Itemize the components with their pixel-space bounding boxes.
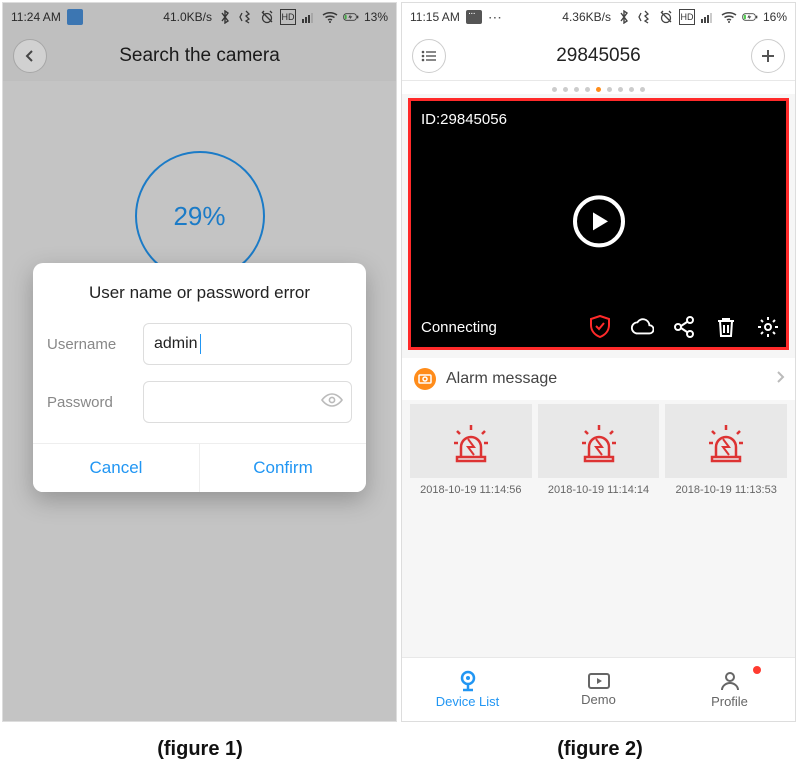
pager-dot xyxy=(574,87,579,92)
pager-dot xyxy=(585,87,590,92)
delete-icon[interactable] xyxy=(714,315,738,339)
username-input[interactable]: admin xyxy=(143,323,352,365)
pager-dots[interactable] xyxy=(402,81,795,94)
username-label: Username xyxy=(47,336,133,353)
password-input[interactable] xyxy=(143,381,352,423)
camera-device-icon xyxy=(457,670,479,692)
nav-device-list[interactable]: Device List xyxy=(402,658,533,721)
dialog-title: User name or password error xyxy=(33,263,366,317)
play-icon xyxy=(590,210,610,232)
siren-icon xyxy=(665,404,787,478)
alarm-thumb[interactable]: 2018-10-19 11:14:56 xyxy=(410,404,532,504)
pager-dot xyxy=(552,87,557,92)
pager-dot xyxy=(563,87,568,92)
thumb-timestamp: 2018-10-19 11:13:53 xyxy=(665,478,787,504)
cloud-icon[interactable] xyxy=(630,315,654,339)
security-shield-icon[interactable] xyxy=(588,315,612,339)
nav-demo[interactable]: Demo xyxy=(533,658,664,721)
connection-status: Connecting xyxy=(421,319,588,336)
nav-profile[interactable]: Profile xyxy=(664,658,795,721)
pager-dot xyxy=(629,87,634,92)
caption-1: (figure 1) xyxy=(157,738,243,761)
plus-icon xyxy=(760,48,776,64)
phone-screenshot-1: 11:24 AM 41.0KB/s HD 13% Search the came… xyxy=(2,2,397,722)
siren-icon xyxy=(538,404,660,478)
status-time: 11:15 AM xyxy=(410,10,460,24)
alarm-badge-icon xyxy=(414,368,436,390)
nav-label: Device List xyxy=(436,694,500,709)
nav-label: Profile xyxy=(711,694,748,709)
siren-icon xyxy=(410,404,532,478)
chat-notification-icon xyxy=(466,10,482,24)
alarm-thumb[interactable]: 2018-10-19 11:13:53 xyxy=(665,404,787,504)
status-battery-pct: 16% xyxy=(763,10,787,24)
status-netspeed: 4.36KB/s xyxy=(562,10,611,24)
text-caret xyxy=(200,334,202,354)
notification-dot-icon xyxy=(753,666,761,674)
video-preview[interactable]: ID:29845056 Connecting xyxy=(408,98,789,350)
password-label: Password xyxy=(47,394,133,411)
bluetooth-icon xyxy=(616,9,632,25)
credentials-dialog: User name or password error Username adm… xyxy=(33,263,366,492)
hd-icon: HD xyxy=(679,9,695,25)
alarm-message-row[interactable]: Alarm message xyxy=(402,358,795,400)
pager-dot xyxy=(618,87,623,92)
share-icon[interactable] xyxy=(672,315,696,339)
more-notifications-icon: ⋯ xyxy=(488,9,502,26)
wifi-icon xyxy=(721,9,737,25)
alarm-off-icon xyxy=(658,9,674,25)
signal-icon xyxy=(700,9,716,25)
battery-icon xyxy=(742,9,758,25)
thumb-timestamp: 2018-10-19 11:14:14 xyxy=(538,478,660,504)
show-password-icon[interactable] xyxy=(321,392,343,413)
demo-icon xyxy=(587,672,611,690)
video-id-label: ID:29845056 xyxy=(421,111,507,128)
figure-captions: (figure 1) (figure 2) xyxy=(0,724,800,761)
pager-dot xyxy=(607,87,612,92)
vibrate-icon xyxy=(637,9,653,25)
nav-label: Demo xyxy=(581,692,616,707)
chevron-right-icon xyxy=(775,370,785,389)
menu-button[interactable] xyxy=(412,39,446,73)
thumb-timestamp: 2018-10-19 11:14:56 xyxy=(410,478,532,504)
caption-2: (figure 2) xyxy=(557,738,643,761)
bottom-nav: Device List Demo Profile xyxy=(402,657,795,721)
alarm-label: Alarm message xyxy=(446,370,557,388)
alarm-thumb[interactable]: 2018-10-19 11:14:14 xyxy=(538,404,660,504)
cancel-button[interactable]: Cancel xyxy=(33,444,200,492)
pager-dot-active xyxy=(596,87,601,92)
title-bar: 29845056 xyxy=(402,31,795,81)
page-title: 29845056 xyxy=(556,45,641,67)
status-bar: 11:15 AM ⋯ 4.36KB/s HD 16% xyxy=(402,3,795,31)
settings-icon[interactable] xyxy=(756,315,780,339)
alarm-thumbnails: 2018-10-19 11:14:56 2018-10-19 11:14:14 … xyxy=(402,400,795,508)
phone-screenshot-2: 11:15 AM ⋯ 4.36KB/s HD 16% 29845056 xyxy=(401,2,796,722)
profile-icon xyxy=(719,670,741,692)
confirm-button[interactable]: Confirm xyxy=(200,444,366,492)
add-button[interactable] xyxy=(751,39,785,73)
play-button[interactable] xyxy=(573,195,625,247)
pager-dot xyxy=(640,87,645,92)
list-menu-icon xyxy=(421,50,437,62)
username-value: admin xyxy=(154,335,198,353)
